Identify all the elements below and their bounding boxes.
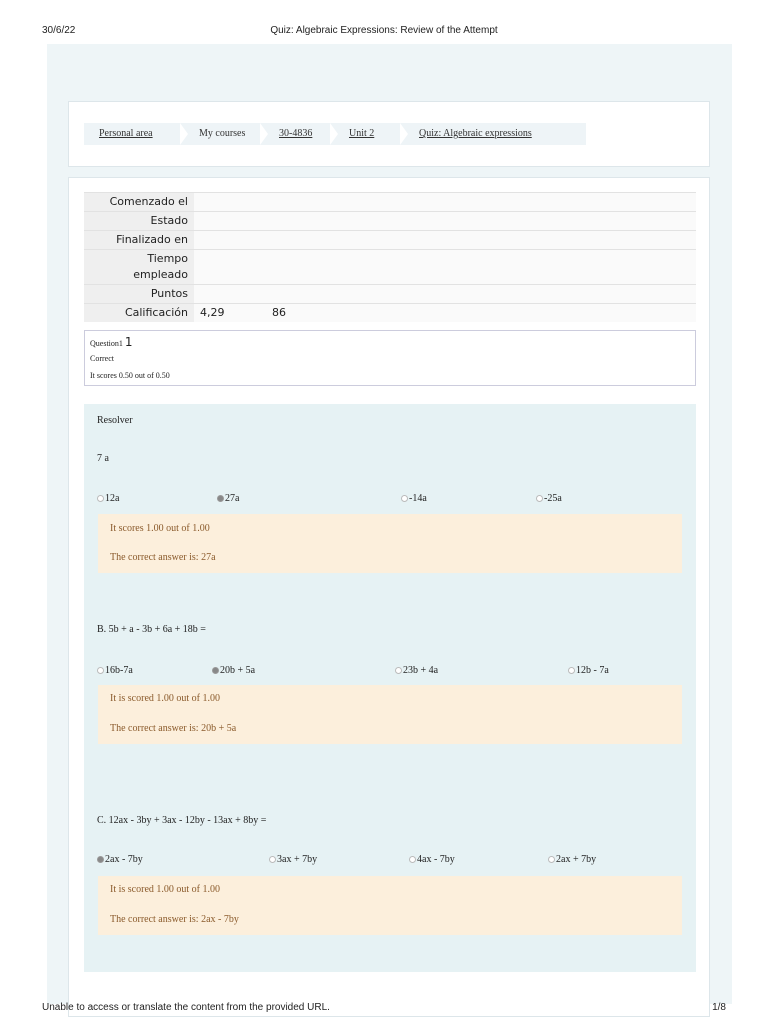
radio-button[interactable]	[536, 495, 543, 502]
radio-button[interactable]	[269, 856, 276, 863]
feedback-answer: The correct answer is: 27a	[110, 552, 216, 563]
row-value	[194, 211, 696, 231]
option[interactable]: 12a	[97, 493, 119, 504]
breadcrumb-my-courses[interactable]: My courses	[199, 128, 245, 139]
option-label: 12b - 7a	[576, 665, 609, 676]
row-value	[194, 284, 696, 304]
option[interactable]: 4ax - 7by	[409, 854, 455, 865]
option-label: 2ax - 7by	[105, 854, 143, 865]
page-number: 1/8	[712, 1002, 726, 1013]
feedback-answer: The correct answer is: 20b + 5a	[110, 723, 237, 734]
option-label: 3ax + 7by	[277, 854, 318, 865]
part-b-prompt: B. 5b + a - 3b + 6a + 18b =	[97, 624, 206, 635]
breadcrumb-course[interactable]: 30-4836	[279, 128, 312, 139]
radio-button[interactable]	[548, 856, 555, 863]
radio-button-selected[interactable]	[217, 495, 224, 502]
row-value	[194, 192, 696, 212]
option[interactable]: 23b + 4a	[395, 665, 438, 676]
option-label: 27a	[225, 493, 240, 504]
breadcrumb-personal-area[interactable]: Personal area	[99, 128, 153, 139]
breadcrumb-card: Personal area My courses 30-4836 Unit 2 …	[68, 101, 710, 167]
breadcrumb-quiz[interactable]: Quiz: Algebraic expressions	[419, 128, 532, 139]
feedback-box: It is scored 1.00 out of 1.00 The correc…	[98, 685, 682, 744]
radio-button[interactable]	[568, 667, 575, 674]
option[interactable]: 12b - 7a	[568, 665, 609, 676]
feedback-score: It is scored 1.00 out of 1.00	[110, 693, 220, 704]
option[interactable]: 27a	[217, 493, 239, 504]
question-score: It scores 0.50 out of 0.50	[90, 371, 170, 380]
option-label: -25a	[544, 493, 562, 504]
print-title: Quiz: Algebraic Expressions: Review of t…	[270, 25, 498, 36]
row-label: Estado	[84, 211, 194, 231]
table-row: Comenzado el	[84, 192, 696, 212]
breadcrumb: Personal area My courses 30-4836 Unit 2 …	[84, 123, 586, 145]
option-label: 2ax + 7by	[556, 854, 597, 865]
table-row: Estado	[84, 211, 696, 231]
feedback-score: It is scored 1.00 out of 1.00	[110, 884, 220, 895]
row-label: Calificación	[84, 303, 194, 322]
radio-button-selected[interactable]	[212, 667, 219, 674]
option[interactable]: 3ax + 7by	[269, 854, 317, 865]
option[interactable]: -25a	[536, 493, 562, 504]
table-row: Calificación 4,29 86	[84, 303, 696, 322]
radio-button-selected[interactable]	[97, 856, 104, 863]
question-info: Question1 1 Correct It scores 0.50 out o…	[84, 330, 696, 386]
table-row: Finalizado en	[84, 230, 696, 250]
question-content: Resolver 7 a 12a 27a -14a -25a It scores…	[84, 404, 696, 972]
question-number: 1	[124, 335, 133, 349]
part-a-prompt: 7 a	[97, 453, 109, 464]
option-label: 12a	[105, 493, 120, 504]
row-value	[194, 249, 696, 285]
option[interactable]: 2ax + 7by	[548, 854, 596, 865]
option[interactable]: 16b-7a	[97, 665, 133, 676]
option[interactable]: -14a	[401, 493, 427, 504]
feedback-answer: The correct answer is: 2ax - 7by	[110, 914, 239, 925]
radio-button[interactable]	[401, 495, 408, 502]
radio-button[interactable]	[97, 667, 104, 674]
breadcrumb-unit[interactable]: Unit 2	[349, 128, 374, 139]
table-row: Tiempo empleado	[84, 249, 696, 285]
radio-button[interactable]	[409, 856, 416, 863]
radio-button[interactable]	[97, 495, 104, 502]
radio-button[interactable]	[395, 667, 402, 674]
row-value	[194, 230, 696, 250]
row-label: Tiempo empleado	[84, 249, 194, 285]
grade-value: 4,29	[200, 306, 225, 319]
attempt-summary-table: Comenzado el Estado Finalizado en Tiempo…	[84, 192, 696, 322]
option-label: 4ax - 7by	[417, 854, 455, 865]
review-card: Comenzado el Estado Finalizado en Tiempo…	[68, 177, 710, 1017]
table-row: Puntos	[84, 284, 696, 304]
feedback-box: It scores 1.00 out of 1.00 The correct a…	[98, 514, 682, 573]
option[interactable]: 20b + 5a	[212, 665, 255, 676]
row-label: Comenzado el	[84, 192, 194, 212]
option-label: 23b + 4a	[403, 665, 439, 676]
row-label: Puntos	[84, 284, 194, 304]
option-label: 16b-7a	[105, 665, 133, 676]
option-label: -14a	[409, 493, 427, 504]
feedback-score: It scores 1.00 out of 1.00	[110, 523, 210, 534]
question-label: Question1	[90, 339, 123, 348]
footer-message: Unable to access or translate the conten…	[42, 1002, 330, 1013]
grade-percent: 86	[272, 306, 286, 319]
part-c-prompt: C. 12ax - 3by + 3ax - 12by - 13ax + 8by …	[97, 815, 267, 826]
question-status: Correct	[90, 354, 114, 363]
feedback-box: It is scored 1.00 out of 1.00 The correc…	[98, 876, 682, 935]
option[interactable]: 2ax - 7by	[97, 854, 143, 865]
instruction: Resolver	[97, 415, 133, 426]
option-label: 20b + 5a	[220, 665, 256, 676]
row-label: Finalizado en	[84, 230, 194, 250]
